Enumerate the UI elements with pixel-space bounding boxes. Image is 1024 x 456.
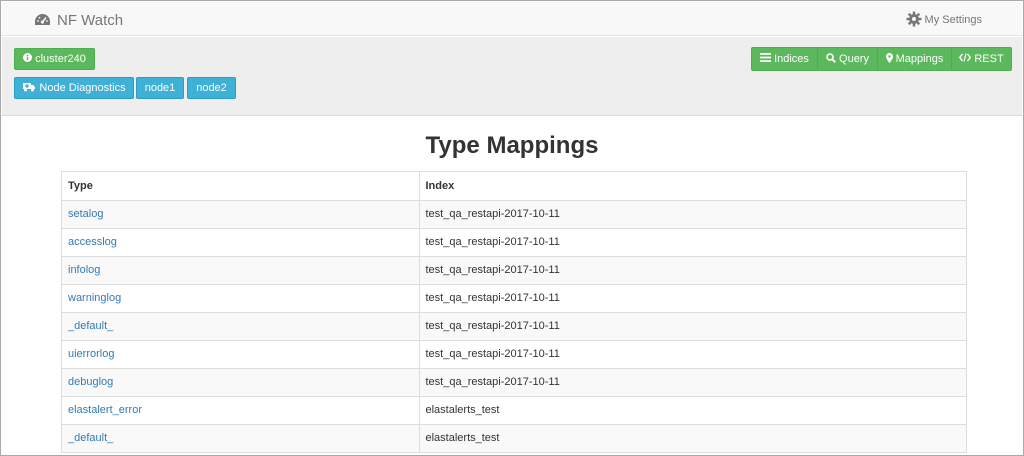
- mappings-label: Mappings: [895, 53, 944, 65]
- type-cell: uierrorlog: [62, 340, 420, 369]
- type-link[interactable]: _default_: [68, 432, 113, 444]
- cluster-button[interactable]: cluster240: [14, 48, 95, 70]
- node-label: node1: [144, 82, 176, 94]
- table-row: debuglog test_qa_restapi-2017-10-11: [62, 368, 966, 397]
- table-row: accesslog test_qa_restapi-2017-10-11: [62, 228, 966, 257]
- search-icon: [826, 52, 836, 66]
- type-link[interactable]: warninglog: [68, 292, 121, 304]
- type-cell: _default_: [62, 424, 420, 453]
- column-header-index: Index: [419, 172, 966, 201]
- node-button-node2[interactable]: node2: [187, 77, 236, 99]
- table-row: warninglog test_qa_restapi-2017-10-11: [62, 284, 966, 313]
- index-cell: test_qa_restapi-2017-10-11: [419, 368, 966, 397]
- top-navbar: NF Watch My Settings: [2, 2, 1022, 36]
- table-row: elastalert_error elastalerts_test: [62, 396, 966, 425]
- toolbar: cluster240 Node Diagnostics node1 node2: [2, 37, 1022, 116]
- type-cell: elastalert_error: [62, 396, 420, 425]
- code-icon: [959, 53, 972, 65]
- index-cell: elastalerts_test: [419, 396, 966, 425]
- index-cell: test_qa_restapi-2017-10-11: [419, 228, 966, 257]
- type-cell: infolog: [62, 256, 420, 285]
- type-link[interactable]: setalog: [68, 208, 103, 220]
- cluster-label: cluster240: [35, 53, 86, 65]
- dashboard-gauge-icon: [34, 13, 51, 27]
- index-cell: test_qa_restapi-2017-10-11: [419, 284, 966, 313]
- type-mappings-table: Type Index setalog test_qa_restapi-2017-…: [61, 171, 967, 453]
- type-link[interactable]: elastalert_error: [68, 404, 142, 416]
- index-cell: test_qa_restapi-2017-10-11: [419, 200, 966, 229]
- type-link[interactable]: debuglog: [68, 376, 113, 388]
- mappings-button[interactable]: Mappings: [877, 47, 952, 71]
- indices-label: Indices: [774, 53, 809, 65]
- index-cell: elastalerts_test: [419, 424, 966, 453]
- node-diagnostics-label: Node Diagnostics: [39, 82, 126, 94]
- column-header-type: Type: [62, 172, 420, 201]
- type-link[interactable]: uierrorlog: [68, 348, 114, 360]
- query-button[interactable]: Query: [817, 47, 878, 71]
- list-icon: [760, 53, 772, 65]
- node-label: node2: [196, 82, 227, 94]
- table-row: _default_ test_qa_restapi-2017-10-11: [62, 312, 966, 341]
- gear-icon: [906, 11, 922, 30]
- page-title: Type Mappings: [425, 132, 599, 159]
- type-link[interactable]: _default_: [68, 320, 113, 332]
- node-diagnostics-button[interactable]: Node Diagnostics: [14, 77, 134, 99]
- my-settings-label: My Settings: [924, 14, 982, 26]
- index-cell: test_qa_restapi-2017-10-11: [419, 340, 966, 369]
- index-cell: test_qa_restapi-2017-10-11: [419, 312, 966, 341]
- index-cell: test_qa_restapi-2017-10-11: [419, 256, 966, 285]
- type-cell: warninglog: [62, 284, 420, 313]
- type-cell: setalog: [62, 200, 420, 229]
- app-window: NF Watch My Settings cluster240 Node Dia…: [0, 0, 1024, 456]
- brand-title: NF Watch: [57, 11, 124, 29]
- brand-link[interactable]: NF Watch: [34, 10, 123, 30]
- query-label: Query: [839, 53, 869, 65]
- rest-button[interactable]: REST: [951, 47, 1012, 71]
- table-row: setalog test_qa_restapi-2017-10-11: [62, 200, 966, 229]
- type-link[interactable]: accesslog: [68, 236, 117, 248]
- table-header-row: Type Index: [62, 172, 966, 201]
- ambulance-icon: [22, 82, 36, 95]
- type-cell: accesslog: [62, 228, 420, 257]
- map-marker-icon: [885, 52, 893, 66]
- info-circle-icon: [23, 53, 33, 65]
- my-settings-link[interactable]: My Settings: [906, 11, 982, 29]
- type-cell: debuglog: [62, 368, 420, 397]
- type-link[interactable]: infolog: [68, 264, 100, 276]
- node-button-node1[interactable]: node1: [136, 77, 184, 99]
- table-row: infolog test_qa_restapi-2017-10-11: [62, 256, 966, 285]
- type-cell: _default_: [62, 312, 420, 341]
- rest-label: REST: [974, 53, 1004, 65]
- indices-button[interactable]: Indices: [751, 47, 818, 71]
- nav-button-group: Indices Query Mappings REST: [751, 47, 1012, 71]
- table-row: _default_ elastalerts_test: [62, 424, 966, 453]
- table-row: uierrorlog test_qa_restapi-2017-10-11: [62, 340, 966, 369]
